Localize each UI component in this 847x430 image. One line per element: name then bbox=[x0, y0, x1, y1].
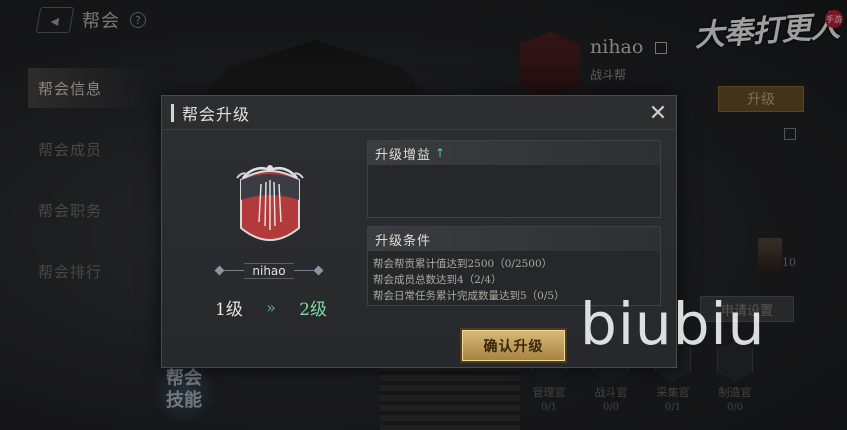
level-from: 1级 bbox=[215, 299, 243, 320]
guild-emblem-icon bbox=[236, 165, 304, 241]
level-arrow-icon: » bbox=[266, 297, 276, 317]
guild-name-plate: nihao bbox=[214, 262, 324, 280]
up-arrow-icon: ↑ bbox=[435, 146, 447, 160]
guild-name-label: nihao bbox=[244, 263, 294, 279]
benefit-title: 升级增益 bbox=[375, 147, 432, 163]
title-accent-bar bbox=[171, 103, 174, 122]
level-to: 2级 bbox=[299, 299, 327, 320]
condition-title: 升级条件 bbox=[375, 233, 432, 249]
dialog-title: 帮会升级 bbox=[182, 104, 251, 124]
watermark: biubiu bbox=[580, 290, 766, 358]
close-icon: ✕ bbox=[648, 100, 668, 126]
plate-diamond-left bbox=[214, 265, 225, 276]
dialog-header: 帮会升级 ✕ bbox=[162, 96, 676, 130]
condition-header: 升级条件 bbox=[368, 227, 660, 251]
confirm-upgrade-button[interactable]: 确认升级 bbox=[462, 330, 565, 361]
benefit-header: 升级增益 ↑ bbox=[368, 141, 660, 165]
upgrade-benefit-panel: 升级增益 ↑ bbox=[367, 140, 661, 218]
condition-item: 帮会成员总数达到4（2/4） bbox=[373, 274, 502, 286]
level-change: 1级 » 2级 bbox=[215, 295, 327, 320]
condition-item: 帮会帮贡累计值达到2500（0/2500） bbox=[373, 258, 553, 270]
plate-diamond-right bbox=[313, 265, 324, 276]
close-button[interactable]: ✕ bbox=[648, 100, 668, 126]
